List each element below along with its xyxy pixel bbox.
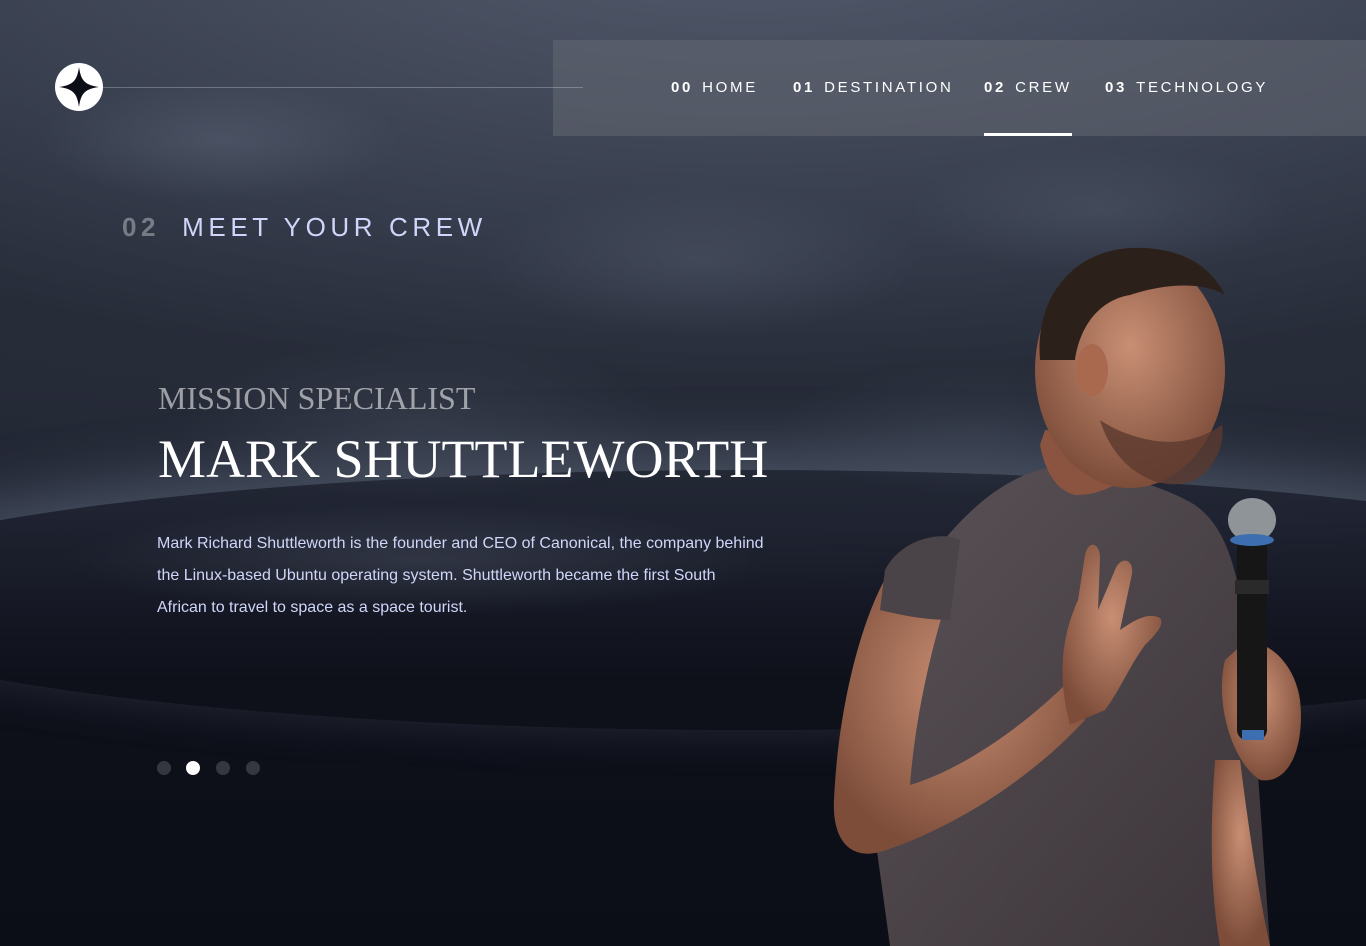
page-title: 02 MEET YOUR CREW (122, 212, 487, 243)
primary-navigation: 00 HOME 01 DESTINATION 02 CREW 03 TECHNOLOGY (553, 40, 1366, 136)
nav-item-number: 03 (1105, 79, 1128, 96)
nav-item-number: 00 (671, 79, 694, 96)
pagination-dot-3[interactable] (216, 761, 230, 775)
nav-item-destination[interactable]: 01 DESTINATION (793, 40, 954, 136)
nav-item-number: 01 (793, 79, 816, 96)
page-title-text: MEET YOUR CREW (182, 212, 487, 242)
nav-item-label: TECHNOLOGY (1136, 79, 1269, 96)
nav-item-crew[interactable]: 02 CREW (984, 40, 1072, 136)
nav-item-technology[interactable]: 03 TECHNOLOGY (1105, 40, 1268, 136)
star-icon (59, 67, 99, 107)
crew-bio: Mark Richard Shuttleworth is the founder… (157, 535, 764, 616)
nav-item-number: 02 (984, 79, 1007, 96)
header-divider-line (103, 87, 583, 88)
crew-portrait (833, 247, 1301, 946)
nav-item-label: CREW (1015, 79, 1072, 96)
pagination-dot-4[interactable] (246, 761, 260, 775)
logo-home-link[interactable] (55, 63, 103, 111)
nav-item-home[interactable]: 00 HOME (671, 40, 758, 136)
nav-item-label: HOME (702, 79, 758, 96)
page-title-number: 02 (122, 212, 161, 242)
crew-name: MARK SHUTTLEWORTH (158, 429, 769, 489)
pagination-dot-1[interactable] (157, 761, 171, 775)
pagination-dot-2[interactable] (186, 761, 200, 775)
nav-item-label: DESTINATION (824, 79, 954, 96)
crew-role: MISSION SPECIALIST (158, 380, 476, 416)
